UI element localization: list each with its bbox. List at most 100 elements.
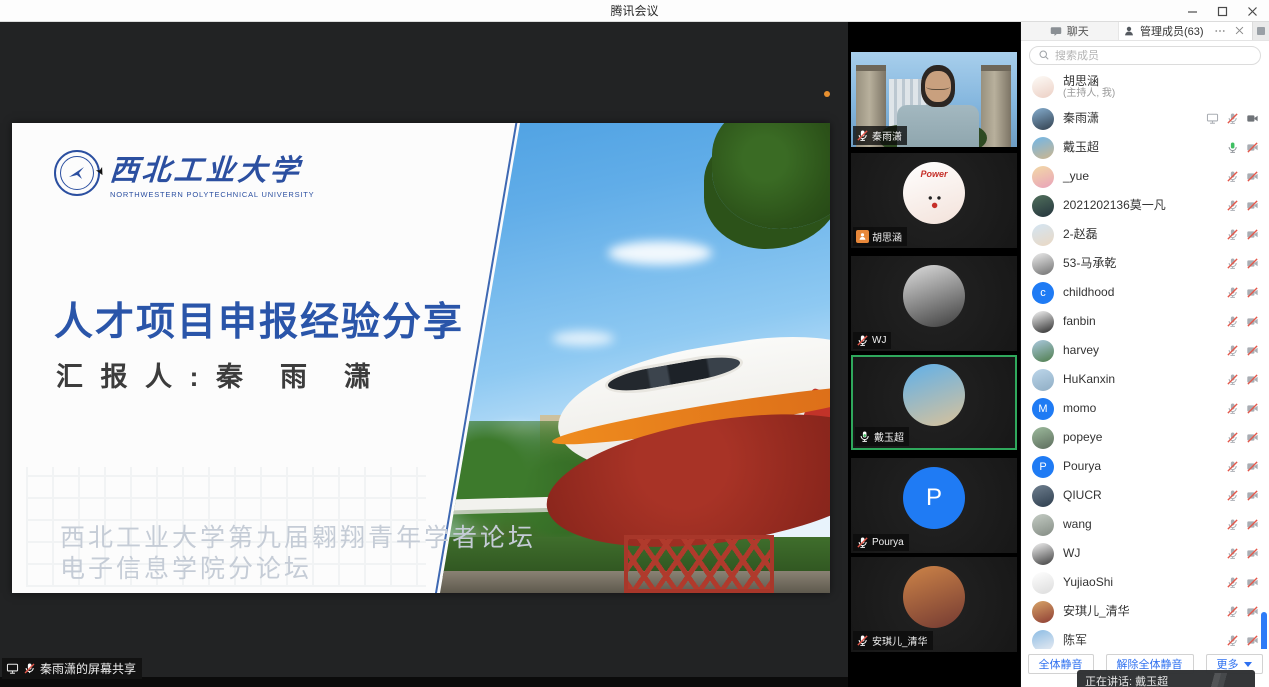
member-row[interactable]: PPourya	[1021, 452, 1269, 481]
member-row[interactable]: 2-赵磊	[1021, 220, 1269, 249]
cam-off-icon[interactable]	[1246, 286, 1259, 299]
member-row[interactable]: Mmomo	[1021, 394, 1269, 423]
cam-off-icon[interactable]	[1246, 431, 1259, 444]
mic-on-icon[interactable]	[1226, 141, 1239, 154]
member-name: 陈军	[1063, 634, 1087, 647]
mic-muted-icon	[23, 662, 36, 675]
label-mic-muted-icon	[856, 334, 869, 347]
tile-name: 秦雨潇	[872, 128, 902, 143]
cam-off-icon[interactable]	[1246, 518, 1259, 531]
university-name-en: NORTHWESTERN POLYTECHNICAL UNIVERSITY	[110, 190, 314, 199]
mic-muted-icon[interactable]	[1226, 460, 1239, 473]
cam-off-icon[interactable]	[1246, 605, 1259, 618]
maximize-icon[interactable]	[1215, 4, 1229, 18]
tile-avatar	[903, 265, 965, 327]
member-row[interactable]: cchildhood	[1021, 278, 1269, 307]
mic-muted-icon[interactable]	[1226, 344, 1239, 357]
mic-muted-icon[interactable]	[1226, 402, 1239, 415]
mic-muted-icon[interactable]	[1226, 634, 1239, 647]
slide-footer-line2: 电子信息学院分论坛	[60, 554, 536, 585]
cam-off-icon[interactable]	[1246, 373, 1259, 386]
video-tile[interactable]: Power胡思涵	[851, 153, 1017, 248]
member-avatar	[1032, 195, 1054, 217]
cam-off-icon[interactable]	[1246, 141, 1259, 154]
mic-muted-icon[interactable]	[1226, 112, 1239, 125]
cam-off-icon[interactable]	[1246, 402, 1259, 415]
cam-off-icon[interactable]	[1246, 344, 1259, 357]
member-row[interactable]: YujiaoShi	[1021, 568, 1269, 597]
cam-off-icon[interactable]	[1246, 170, 1259, 183]
mic-muted-icon[interactable]	[1226, 286, 1239, 299]
close-icon[interactable]	[1245, 4, 1259, 18]
member-row[interactable]: harvey	[1021, 336, 1269, 365]
cam-off-icon[interactable]	[1246, 199, 1259, 212]
member-row[interactable]: popeye	[1021, 423, 1269, 452]
video-tile[interactable]: 戴玉超	[851, 355, 1017, 450]
video-tile[interactable]: WJ	[851, 256, 1017, 351]
search-box[interactable]	[1029, 46, 1261, 65]
mic-muted-icon[interactable]	[1226, 315, 1239, 328]
avatar-letter: P	[1039, 461, 1046, 473]
cam-off-icon[interactable]	[1246, 315, 1259, 328]
mic-muted-icon[interactable]	[1226, 228, 1239, 241]
cam-off-icon[interactable]	[1246, 460, 1259, 473]
mic-muted-icon[interactable]	[1226, 373, 1239, 386]
mic-muted-icon[interactable]	[1226, 518, 1239, 531]
tab-members[interactable]: 管理成员(63)	[1119, 22, 1208, 40]
tile-name: 安琪儿_清华	[872, 633, 928, 648]
mic-muted-icon[interactable]	[1226, 431, 1239, 444]
side-panel: 聊天 管理成员(63) 胡思涵(主持人, 我)秦雨潇戴玉超_yue2021202…	[1020, 22, 1269, 687]
member-row[interactable]: wang	[1021, 510, 1269, 539]
member-row[interactable]: 戴玉超	[1021, 133, 1269, 162]
video-tile[interactable]: 安琪儿_清华	[851, 557, 1017, 652]
member-avatar	[1032, 253, 1054, 275]
cam-off-icon[interactable]	[1246, 634, 1259, 647]
tab-chat[interactable]: 聊天	[1021, 22, 1119, 40]
screen-share-label-text: 秦雨潇的屏幕共享	[40, 660, 136, 677]
cam-on-icon[interactable]	[1246, 112, 1259, 125]
tile-name-label: 戴玉超	[855, 427, 909, 446]
tile-name-label: 胡思涵	[853, 227, 907, 246]
cam-off-icon[interactable]	[1246, 576, 1259, 589]
search-input[interactable]	[1055, 50, 1252, 62]
tab-chat-label: 聊天	[1067, 23, 1089, 39]
mic-muted-icon[interactable]	[1226, 199, 1239, 212]
minimize-icon[interactable]	[1185, 4, 1199, 18]
mic-muted-icon[interactable]	[1226, 547, 1239, 560]
video-tile[interactable]: PPourya	[851, 458, 1017, 553]
member-row[interactable]: 陈军	[1021, 626, 1269, 649]
cam-off-icon[interactable]	[1246, 257, 1259, 270]
member-row[interactable]: 安琪儿_清华	[1021, 597, 1269, 626]
slide-title: 人才项目申报经验分享	[54, 291, 464, 347]
member-row[interactable]: QIUCR	[1021, 481, 1269, 510]
mic-muted-icon[interactable]	[1226, 170, 1239, 183]
screen-icon	[1206, 112, 1219, 125]
panel-collapse-button[interactable]	[1252, 22, 1269, 40]
screen-share-label: 秦雨潇的屏幕共享	[2, 658, 142, 679]
cam-off-icon[interactable]	[1246, 489, 1259, 502]
cam-off-icon[interactable]	[1246, 228, 1259, 241]
member-row[interactable]: 2021202136莫一凡	[1021, 191, 1269, 220]
video-tile[interactable]: 秦雨潇	[851, 52, 1017, 147]
more-icon[interactable]	[1214, 25, 1227, 38]
mic-muted-icon[interactable]	[1226, 257, 1239, 270]
members-icon	[1123, 25, 1136, 38]
mic-muted-icon[interactable]	[1226, 576, 1239, 589]
mic-muted-icon[interactable]	[1226, 605, 1239, 618]
cam-off-icon[interactable]	[1246, 547, 1259, 560]
panel-close-icon[interactable]	[1234, 25, 1247, 38]
member-row[interactable]: fanbin	[1021, 307, 1269, 336]
host-badge-icon	[856, 230, 869, 243]
member-row[interactable]: _yue	[1021, 162, 1269, 191]
member-row[interactable]: 胡思涵(主持人, 我)	[1021, 70, 1269, 104]
member-avatar	[1032, 311, 1054, 333]
member-avatar	[1032, 427, 1054, 449]
member-row[interactable]: WJ	[1021, 539, 1269, 568]
collapse-icon	[1257, 27, 1265, 35]
member-row[interactable]: HuKanxin	[1021, 365, 1269, 394]
member-row[interactable]: 53-马承乾	[1021, 249, 1269, 278]
member-name: fanbin	[1063, 315, 1096, 328]
member-avatar: c	[1032, 282, 1054, 304]
mic-muted-icon[interactable]	[1226, 489, 1239, 502]
member-row[interactable]: 秦雨潇	[1021, 104, 1269, 133]
